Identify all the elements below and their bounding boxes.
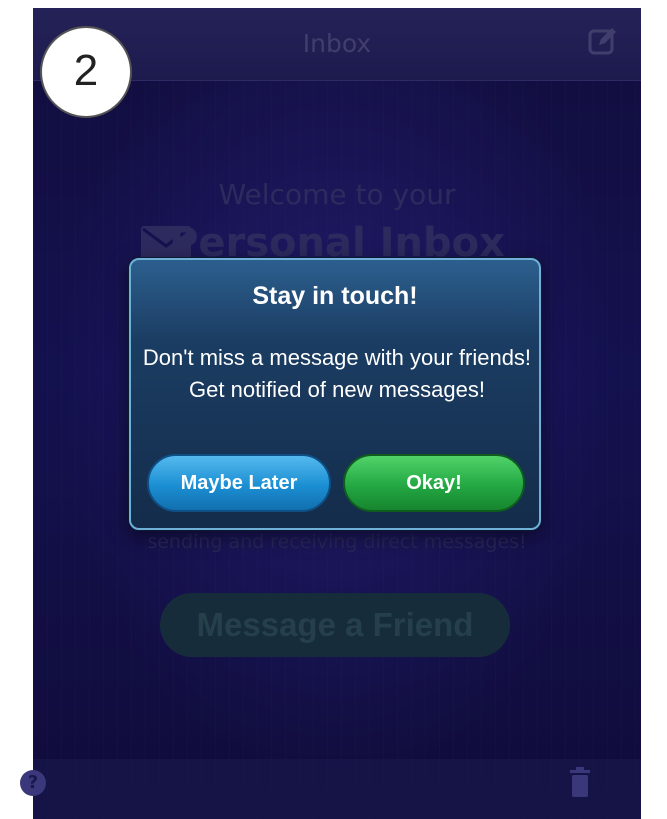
trash-icon[interactable] bbox=[568, 766, 592, 798]
notification-dialog: Stay in touch! Don't miss a message with… bbox=[129, 258, 541, 530]
dialog-message: Don't miss a message with your friends! … bbox=[142, 345, 532, 402]
dialog-title: Stay in touch! bbox=[252, 282, 418, 310]
okay-button[interactable]: Okay! bbox=[343, 454, 525, 512]
step-number-badge: 2 bbox=[40, 26, 132, 118]
maybe-later-button[interactable]: Maybe Later bbox=[147, 454, 331, 512]
help-icon[interactable]: ? bbox=[20, 770, 46, 796]
